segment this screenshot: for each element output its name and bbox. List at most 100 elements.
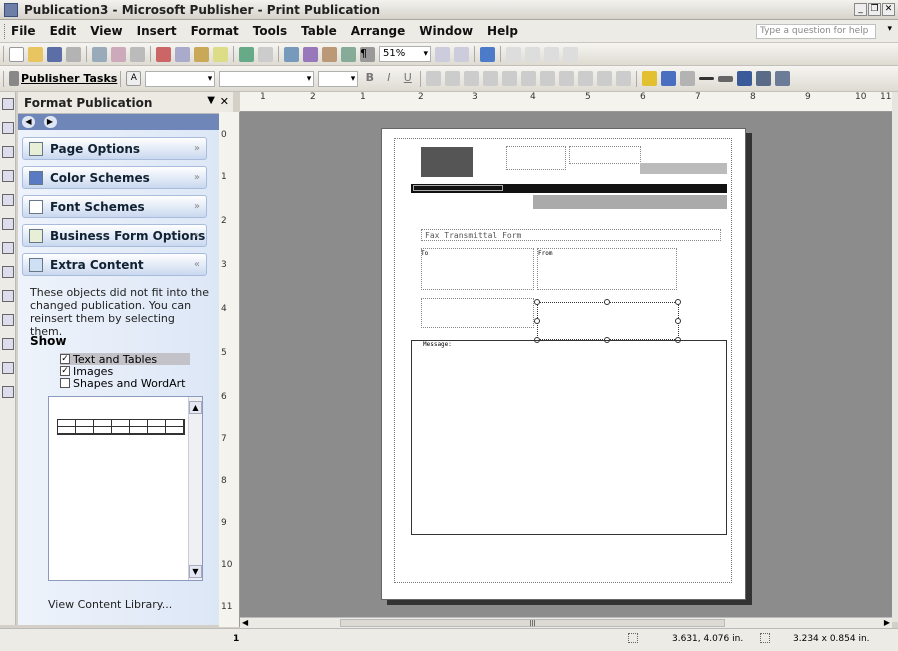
menu-file[interactable]: File [11, 24, 36, 38]
send-to-back-icon[interactable] [303, 46, 318, 62]
print-icon[interactable] [66, 46, 81, 62]
styles-icon[interactable]: A [126, 71, 142, 86]
close-pane-icon[interactable]: ✕ [220, 95, 229, 108]
underline-icon[interactable]: U [400, 71, 415, 86]
group-icon[interactable] [544, 46, 559, 62]
checkbox-icon[interactable]: ✓ [60, 354, 70, 364]
fax-title[interactable]: Fax Transmittal Form [421, 229, 721, 241]
page-navigator[interactable]: 1 [233, 634, 239, 644]
text-box-icon[interactable] [2, 122, 14, 134]
style-select[interactable] [145, 70, 216, 87]
line-icon[interactable] [2, 218, 14, 230]
spelling-icon[interactable] [111, 46, 126, 62]
hyperlink-icon[interactable] [322, 46, 337, 62]
form-control-icon[interactable] [2, 362, 14, 374]
increase-indent-icon[interactable] [578, 71, 594, 86]
line-style-icon[interactable] [699, 77, 715, 80]
oval-icon[interactable] [2, 266, 14, 278]
fill-color-icon[interactable] [642, 71, 658, 86]
zoom-out-icon[interactable] [435, 46, 450, 62]
phone-textbox[interactable] [569, 146, 641, 164]
forward-icon[interactable]: ▶ [43, 116, 57, 128]
checkbox-shapes-and-wordart[interactable]: Shapes and WordArt [60, 377, 186, 390]
table-thumbnail[interactable] [57, 419, 185, 435]
font-size-select[interactable] [318, 70, 359, 87]
selected-date-textbox[interactable] [537, 302, 679, 340]
resize-handle[interactable] [604, 299, 610, 305]
header-bar-textbox[interactable] [413, 185, 503, 191]
save-icon[interactable] [47, 46, 62, 62]
bold-icon[interactable]: B [362, 71, 377, 86]
menu-table[interactable]: Table [301, 24, 337, 38]
section-business-form-options[interactable]: Business Form Options » [22, 224, 207, 247]
align-left-icon[interactable] [426, 71, 442, 86]
columns-icon[interactable] [341, 46, 356, 62]
3d-style-icon[interactable] [775, 71, 791, 86]
publisher-tasks-button[interactable]: Publisher Tasks [21, 72, 117, 85]
minimize-icon[interactable]: _ [854, 3, 867, 16]
help-dropdown-icon[interactable]: ▾ [887, 24, 892, 34]
new-icon[interactable] [9, 46, 24, 62]
hot-spot-icon[interactable] [2, 338, 14, 350]
help-icon[interactable] [480, 46, 495, 62]
shrink-font-icon[interactable] [616, 71, 632, 86]
font-select[interactable] [219, 70, 315, 87]
section-color-schemes[interactable]: Color Schemes » [22, 166, 207, 189]
menu-window[interactable]: Window [419, 24, 473, 38]
rectangle-icon[interactable] [2, 290, 14, 302]
section-page-options[interactable]: Page Options » [22, 137, 207, 160]
shadow-style-icon[interactable] [756, 71, 772, 86]
line-spacing-icon[interactable] [502, 71, 518, 86]
menu-tools[interactable]: Tools [253, 24, 287, 38]
distribute-icon[interactable] [525, 46, 540, 62]
task-pane-dropdown-icon[interactable]: ▼ [207, 95, 215, 106]
format-painter-icon[interactable] [213, 46, 228, 62]
decrease-indent-icon[interactable] [559, 71, 575, 86]
menu-grip[interactable] [4, 23, 7, 39]
rotate-icon[interactable] [563, 46, 578, 62]
section-font-schemes[interactable]: Font Schemes » [22, 195, 207, 218]
menu-format[interactable]: Format [191, 24, 239, 38]
bullets-icon[interactable] [540, 71, 556, 86]
design-gallery-icon[interactable] [2, 386, 14, 398]
arrow-style-icon[interactable] [737, 71, 753, 86]
scroll-thumb[interactable]: ||| [340, 619, 725, 627]
publisher-tasks-icon[interactable] [9, 71, 19, 86]
section-extra-content[interactable]: Extra Content « [22, 253, 207, 276]
dash-style-icon[interactable] [718, 75, 734, 82]
align-center-icon[interactable] [445, 71, 461, 86]
font-color-icon[interactable] [680, 71, 696, 86]
italic-icon[interactable]: I [381, 71, 396, 86]
select-objects-icon[interactable] [2, 98, 14, 110]
redo-icon[interactable] [258, 46, 273, 62]
scroll-left-icon[interactable]: ◀ [242, 618, 248, 627]
picture-frame-icon[interactable] [2, 194, 14, 206]
print-preview-icon[interactable] [92, 46, 107, 62]
justify-icon[interactable] [483, 71, 499, 86]
company-logo[interactable] [421, 147, 473, 177]
cc-textbox[interactable] [421, 298, 534, 328]
undo-icon[interactable] [239, 46, 254, 62]
view-content-library-link[interactable]: View Content Library... [48, 598, 172, 611]
menu-view[interactable]: View [90, 24, 122, 38]
resize-handle[interactable] [534, 299, 540, 305]
checkbox-icon[interactable] [60, 378, 70, 388]
zoom-in-icon[interactable] [454, 46, 469, 62]
scroll-down-icon[interactable]: ▼ [189, 565, 202, 578]
gallery-scrollbar[interactable]: ▲ ▼ [188, 397, 202, 580]
toolbar-grip[interactable] [3, 46, 4, 62]
horizontal-scrollbar[interactable]: ◀ ||| ▶ [240, 617, 892, 628]
special-characters-icon[interactable]: ¶ [360, 46, 375, 62]
to-textbox[interactable] [421, 248, 534, 290]
vertical-scrollbar[interactable] [892, 92, 898, 622]
vertical-ruler[interactable]: 0 1 2 3 4 5 6 7 8 9 10 11 [219, 112, 240, 627]
copy-icon[interactable] [175, 46, 190, 62]
zoom-select[interactable]: 51% [379, 46, 431, 62]
back-icon[interactable]: ◀ [22, 116, 35, 128]
autoshapes-icon[interactable] [2, 314, 14, 326]
line-color-icon[interactable] [661, 71, 677, 86]
research-icon[interactable] [130, 46, 145, 62]
checkbox-images[interactable]: ✓ Images [60, 365, 113, 378]
publisher-app-icon[interactable] [4, 2, 18, 17]
scroll-right-icon[interactable]: ▶ [884, 618, 890, 627]
